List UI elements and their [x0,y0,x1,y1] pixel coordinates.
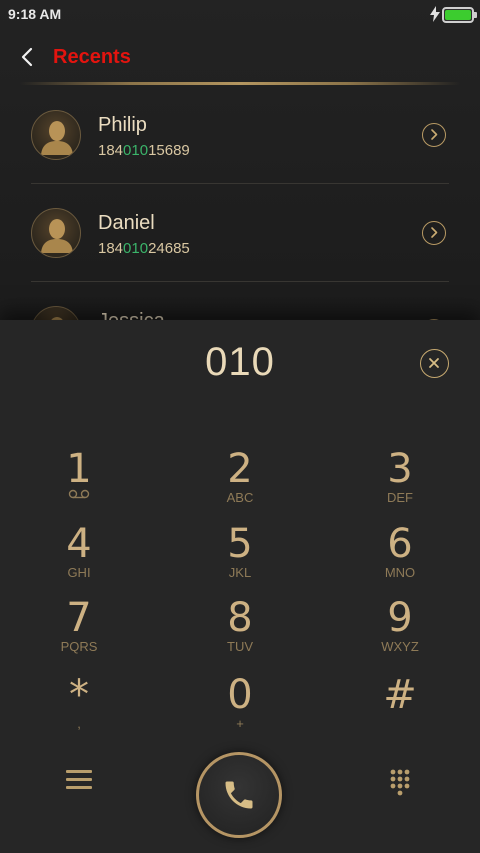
menu-button[interactable] [66,770,92,792]
status-time: 9:18 AM [8,6,62,22]
avatar [31,110,81,160]
key-3[interactable]: 3 DEF [345,449,455,512]
charging-bolt-icon [430,6,440,22]
contact-row[interactable]: Philip 18401015689 [0,86,480,184]
contact-name: Philip [98,114,147,136]
chevron-right-icon [431,129,438,140]
key-star[interactable]: * , [24,675,134,738]
key-6[interactable]: 6 MNO [345,524,455,587]
dialpad-panel: 010 1 2 ABC 3 DEF 4 GHI 5 JKL 6 MNO 7 PQ… [0,320,480,853]
key-0[interactable]: 0 + [185,675,295,738]
recents-list: Philip 18401015689 Daniel 18401024685 [0,86,480,320]
chevron-left-icon [21,47,33,67]
header: Recents [0,28,480,84]
key-4[interactable]: 4 GHI [24,524,134,587]
key-1[interactable]: 1 [24,449,134,512]
header-divider [20,82,460,85]
contact-detail-button[interactable] [422,221,446,245]
dialer-screen: 9:18 AM Recents Philip 18401015689 Danie… [0,0,480,853]
number-match-highlight: 010 [123,142,149,159]
menu-icon [66,770,92,789]
key-5[interactable]: 5 JKL [185,524,295,587]
status-bar: 9:18 AM [0,0,480,28]
key-hash[interactable]: # [345,675,455,738]
page-title: Recents [53,46,131,68]
number-match-highlight: 010 [123,240,149,257]
chevron-right-icon [431,227,438,238]
dialed-number-display: 010 [205,340,275,384]
person-icon [41,121,73,155]
key-2[interactable]: 2 ABC [185,449,295,512]
contact-name: Daniel [98,212,155,234]
phone-icon [225,781,253,809]
contact-name: Jessica [98,310,165,320]
avatar [31,208,81,258]
contact-number: 18401015689 [98,142,190,159]
close-icon [429,358,439,368]
contact-detail-button[interactable] [422,123,446,147]
key-9[interactable]: 9 WXYZ [345,598,455,661]
contact-row[interactable]: Jessica [0,282,480,320]
keypad-toggle-button[interactable] [386,767,414,799]
person-icon [51,317,63,320]
key-8[interactable]: 8 TUV [185,598,295,661]
keypad-icon [390,769,410,796]
call-button[interactable] [196,752,282,838]
contact-row[interactable]: Daniel 18401024685 [0,184,480,282]
avatar [31,306,81,320]
contact-number: 18401024685 [98,240,190,257]
back-button[interactable] [14,40,42,74]
clear-button[interactable] [420,349,449,378]
key-7[interactable]: 7 PQRS [24,598,134,661]
battery-icon [442,7,477,23]
person-icon [41,219,73,253]
